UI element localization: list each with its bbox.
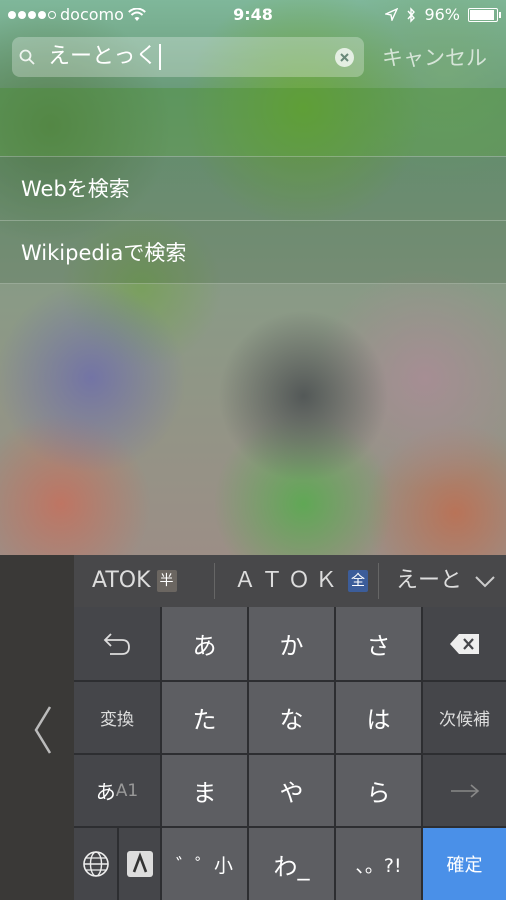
search-query-text: えーとっく: [48, 44, 158, 69]
atok-settings-key[interactable]: [119, 828, 160, 900]
convert-key[interactable]: 変換: [74, 682, 160, 753]
status-bar: docomo 9:48 96%: [0, 0, 506, 30]
text-caret: [159, 44, 162, 70]
candidate-text: ATOK: [92, 568, 151, 593]
confirm-button[interactable]: 確定: [423, 828, 506, 900]
search-icon: [19, 49, 35, 65]
delete-icon: [449, 633, 479, 654]
dakuten-small-key[interactable]: ゛゜小: [162, 828, 247, 900]
search-input[interactable]: えーとっく: [48, 42, 328, 72]
arrow-right-key[interactable]: [423, 755, 506, 826]
key-ta[interactable]: た: [162, 682, 247, 753]
undo-icon: [103, 632, 130, 655]
key-wa[interactable]: わ_: [249, 828, 334, 900]
search-results: Webを検索 Wikipediaで検索: [0, 156, 506, 284]
next-candidate-key[interactable]: 次候補: [423, 682, 506, 753]
mode-alnum-label: A1: [115, 780, 139, 801]
undo-key[interactable]: [74, 607, 160, 680]
globe-key[interactable]: [74, 828, 117, 900]
candidate-divider: [378, 563, 379, 599]
key-a[interactable]: あ: [162, 607, 247, 680]
punctuation-key[interactable]: 、。?!: [336, 828, 421, 900]
bluetooth-icon: [407, 6, 416, 23]
atok-logo-icon: [126, 851, 153, 877]
battery-percent: 96%: [424, 5, 460, 24]
input-mode-key[interactable]: あ A1: [74, 755, 160, 826]
results-top-area: [0, 88, 506, 156]
key-ya[interactable]: や: [249, 755, 334, 826]
full-width-badge: 全: [348, 570, 369, 592]
search-wikipedia-row[interactable]: Wikipediaで検索: [0, 220, 506, 284]
arrow-right-icon: [450, 783, 479, 798]
location-arrow-icon: [385, 8, 399, 21]
delete-key[interactable]: [423, 607, 506, 680]
battery-icon: [468, 7, 501, 22]
key-ka[interactable]: か: [249, 607, 334, 680]
key-ha[interactable]: は: [336, 682, 421, 753]
globe-icon: [82, 851, 109, 877]
candidate-text: ＡＴＯＫ: [234, 568, 343, 593]
chevron-left-icon[interactable]: [30, 705, 54, 755]
mode-kana-label: あ: [95, 780, 116, 804]
status-right: 96%: [385, 5, 501, 24]
key-sa[interactable]: さ: [336, 607, 421, 680]
key-grid: あ か さ 変換 た な は 次候補 あ A1 ま や ら ゛゜小 わ_ 、。?…: [74, 607, 506, 900]
half-width-badge: 半: [156, 570, 177, 592]
candidate-atok-half[interactable]: ATOK 半: [92, 555, 177, 607]
candidate-eto[interactable]: えーと: [396, 555, 462, 607]
key-ra[interactable]: ら: [336, 755, 421, 826]
atok-keyboard: ATOK 半 ＡＴＯＫ 全 えーと あ か さ 変換 た な は 次候補 あ A…: [0, 555, 506, 900]
candidate-divider: [214, 563, 215, 599]
clear-icon[interactable]: [335, 48, 354, 67]
key-ma[interactable]: ま: [162, 755, 247, 826]
candidate-atok-full[interactable]: ＡＴＯＫ 全: [234, 555, 369, 607]
candidate-bar: ATOK 半 ＡＴＯＫ 全 えーと: [74, 555, 506, 607]
search-field[interactable]: えーとっく: [12, 37, 364, 77]
search-web-row[interactable]: Webを検索: [0, 156, 506, 220]
keyboard-side-panel[interactable]: [0, 555, 74, 900]
cancel-button[interactable]: キャンセル: [382, 42, 487, 72]
key-na[interactable]: な: [249, 682, 334, 753]
chevron-down-icon[interactable]: [474, 570, 496, 592]
